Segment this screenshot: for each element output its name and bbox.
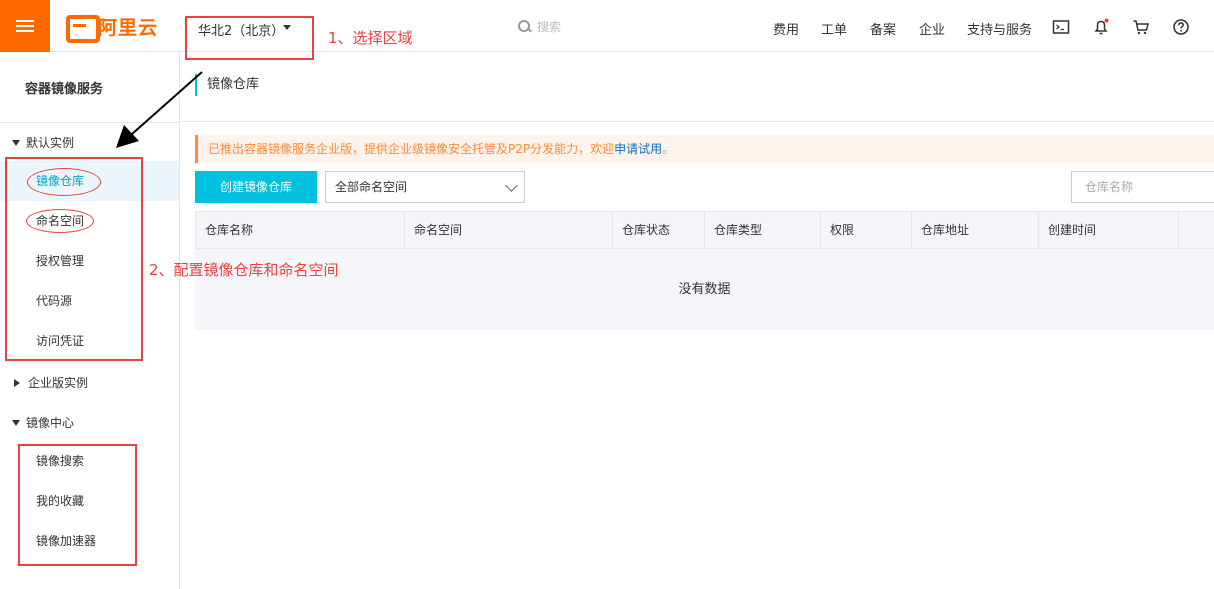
group-label: 企业版实例 [28, 376, 89, 390]
nav-tickets[interactable]: 工单 [821, 19, 847, 38]
caret-down-icon [12, 139, 20, 146]
repository-search-input[interactable]: 仓库名称 [1071, 171, 1214, 203]
column-header: 权限 [821, 212, 912, 248]
empty-state: 没有数据 [195, 249, 1214, 330]
bell-icon[interactable] [1092, 18, 1110, 36]
create-repository-button[interactable]: 创建镜像仓库 [195, 171, 317, 203]
annotation-ellipse-namespaces [26, 209, 94, 233]
header-divider [180, 121, 1214, 122]
help-icon[interactable] [1172, 18, 1190, 36]
table-header: 仓库名称 命名空间 仓库状态 仓库类型 权限 仓库地址 创建时间 [195, 211, 1214, 249]
search-placeholder: 搜索 [537, 20, 562, 34]
nav-billing[interactable]: 费用 [773, 19, 799, 38]
group-enterprise-instance[interactable]: 企业版实例 [12, 374, 88, 391]
group-label: 默认实例 [26, 136, 75, 150]
apply-trial-link[interactable]: 申请试用 [614, 142, 662, 156]
column-header: 创建时间 [1039, 212, 1179, 248]
chevron-down-icon [505, 179, 518, 192]
sidebar-divider [0, 122, 180, 123]
terminal-icon[interactable] [1052, 18, 1070, 36]
namespace-select[interactable]: 全部命名空间 [325, 171, 525, 203]
logo-text: 阿里云 [98, 16, 159, 39]
group-default-instance[interactable]: 默认实例 [12, 134, 74, 151]
aliyun-logo[interactable]: 阿里云 [66, 14, 159, 43]
group-label: 镜像中心 [26, 416, 75, 430]
column-header: 仓库名称 [196, 212, 405, 248]
nav-support[interactable]: 支持与服务 [967, 19, 1032, 38]
annotation-step1: 1、选择区域 [328, 29, 413, 47]
annotation-region-box [185, 16, 314, 60]
sidebar-title: 容器镜像服务 [25, 82, 104, 97]
namespace-select-value: 全部命名空间 [335, 180, 408, 194]
caret-right-icon [14, 378, 20, 387]
column-header: 仓库类型 [705, 212, 821, 248]
column-header: 仓库状态 [613, 212, 705, 248]
caret-down-icon [12, 419, 20, 426]
notice-banner: 已推出容器镜像服务企业版，提供企业级镜像安全托管及P2P分发能力，欢迎申请试用。 [195, 135, 1214, 163]
group-image-center[interactable]: 镜像中心 [12, 414, 74, 431]
top-bar: 阿里云 华北2（北京） 搜索 费用 工单 备案 企业 支持与服务 [0, 0, 1214, 52]
search-icon [518, 20, 531, 33]
notice-end: 。 [662, 142, 675, 156]
repository-table: 仓库名称 命名空间 仓库状态 仓库类型 权限 仓库地址 创建时间 没有数据 [195, 211, 1214, 330]
nav-enterprise[interactable]: 企业 [919, 19, 945, 38]
notice-text: 已推出容器镜像服务企业版，提供企业级镜像安全托管及P2P分发能力，欢迎 [208, 142, 615, 156]
annotation-image-center-box [18, 444, 137, 566]
annotation-step2: 2、配置镜像仓库和命名空间 [149, 261, 339, 279]
column-header: 仓库地址 [912, 212, 1039, 248]
aliyun-logo-icon [66, 15, 100, 43]
global-search[interactable]: 搜索 [518, 18, 561, 35]
nav-icp[interactable]: 备案 [870, 19, 896, 38]
menu-icon[interactable] [0, 0, 50, 52]
cart-icon[interactable] [1132, 18, 1150, 36]
page-title: 镜像仓库 [195, 74, 259, 96]
annotation-ellipse-repositories [27, 168, 101, 196]
column-header: 命名空间 [405, 212, 613, 248]
